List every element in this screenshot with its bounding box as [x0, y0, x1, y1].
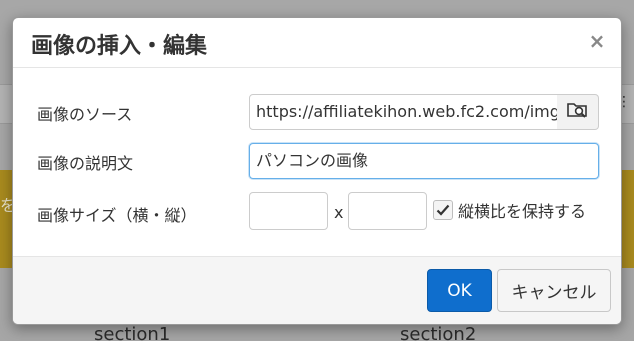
cancel-button[interactable]: キャンセル	[497, 269, 611, 312]
size-label: 画像サイズ（横・縦）	[37, 206, 197, 225]
section2-heading: section2	[400, 324, 477, 341]
source-label: 画像のソース	[37, 105, 133, 124]
description-label: 画像の説明文	[37, 154, 134, 173]
constrain-checkbox[interactable]	[433, 200, 453, 220]
close-button[interactable]: ×	[587, 30, 607, 52]
dialog-body: 画像のソース https://affiliatekihon.web.fc2.co…	[13, 68, 621, 254]
folder-search-icon	[566, 101, 589, 123]
constrain-label: 縦横比を保持する	[458, 202, 587, 221]
dialog-title: 画像の挿入・編集	[31, 34, 208, 59]
description-input[interactable]: パソコンの画像	[249, 143, 599, 179]
height-input[interactable]	[348, 192, 427, 230]
browse-button[interactable]	[557, 94, 599, 130]
times-sign: x	[334, 203, 344, 222]
check-icon	[436, 204, 450, 216]
dialog-header: 画像の挿入・編集 ×	[13, 18, 621, 68]
source-input[interactable]: https://affiliatekihon.web.fc2.com/img/p	[249, 94, 558, 130]
image-dialog: 画像の挿入・編集 × 画像のソース https://affiliatekihon…	[12, 17, 622, 325]
dialog-footer: OK キャンセル	[13, 256, 621, 324]
section1-heading: section1	[94, 324, 171, 341]
ok-button[interactable]: OK	[427, 269, 492, 312]
constrain-proportions[interactable]: 縦横比を保持する	[433, 198, 586, 222]
width-input[interactable]	[249, 192, 328, 230]
